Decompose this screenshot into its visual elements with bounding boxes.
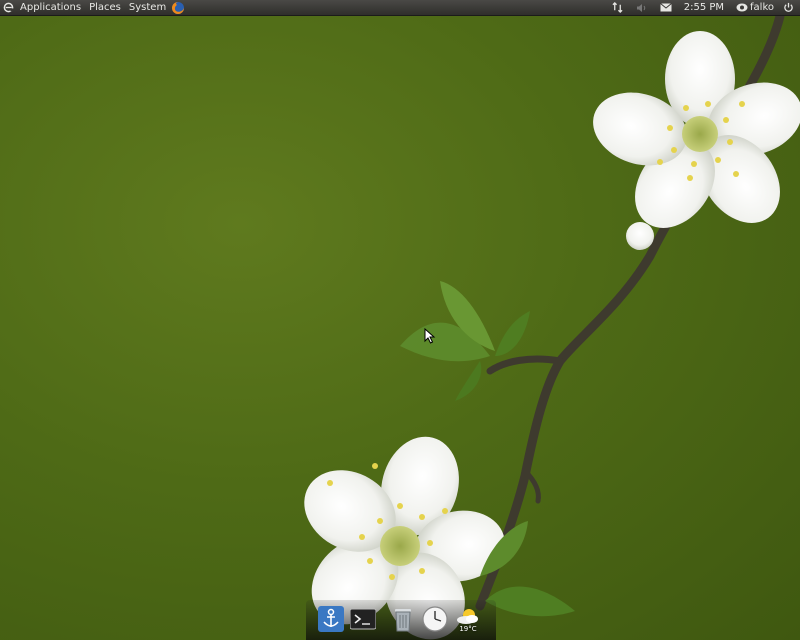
leaf-cluster [400,281,530,401]
dock: 19°C [306,600,496,640]
trash-launcher[interactable] [390,606,416,632]
ubuntu-logo-icon[interactable] [0,0,16,15]
weather-temperature: 19°C [459,625,477,633]
terminal-icon [349,608,377,630]
flower-top [593,31,800,228]
user-status-icon [734,0,750,15]
clock-icon [422,606,448,632]
username-label: falko [750,2,774,13]
mail-icon[interactable] [658,0,674,15]
firefox-icon[interactable] [170,0,186,15]
menu-system[interactable]: System [125,0,170,15]
mouse-cursor [424,328,436,344]
volume-icon[interactable] [634,0,650,15]
user-menu[interactable]: falko [732,0,780,15]
trash-icon [395,609,411,632]
panel-right: 2:55 PM falko [610,0,800,15]
panel-left: Applications Places System [0,0,186,15]
weather-icon [457,609,478,624]
menu-places[interactable]: Places [85,0,125,15]
anchor-launcher[interactable] [318,606,344,632]
top-panel: Applications Places System 2:55 PM falko [0,0,800,16]
clock-launcher[interactable] [422,606,448,632]
power-icon[interactable] [780,0,796,15]
terminal-launcher[interactable] [349,606,377,632]
menu-applications[interactable]: Applications [16,0,85,15]
panel-clock[interactable]: 2:55 PM [674,0,732,15]
network-transfer-icon[interactable] [610,0,626,15]
weather-launcher[interactable]: 19°C [454,606,482,633]
desktop-wallpaper [304,16,800,640]
anchor-icon [318,606,344,632]
